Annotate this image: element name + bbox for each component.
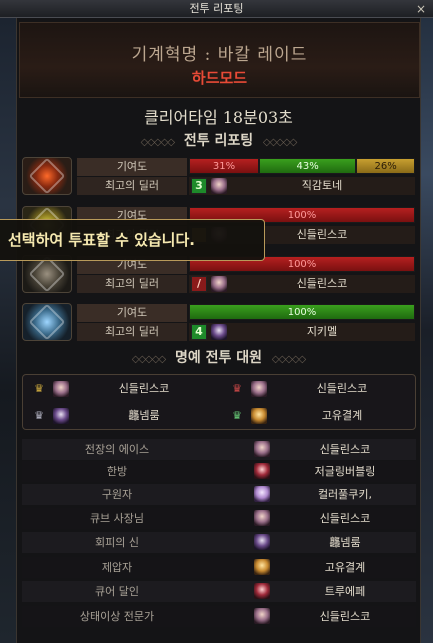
award-row[interactable]: 한방 저글링버블링 [22, 461, 416, 482]
award-title: 제압자 [101, 561, 133, 574]
award-row[interactable]: 큐브 사장님 신들린스코 [22, 508, 416, 529]
avatar [254, 534, 270, 550]
avatar [254, 559, 270, 575]
best-dealer-cell[interactable]: / 신들린스코 [189, 275, 415, 293]
crown-icon: ♛ [34, 382, 44, 395]
avatar [254, 441, 270, 457]
best-dealer-name: 신들린스코 [296, 277, 348, 290]
avatar [251, 381, 267, 397]
award-row[interactable]: 큐어 달인 트루에페 [22, 581, 416, 602]
class-icon: 3 [191, 178, 207, 194]
award-title: 구원자 [101, 488, 133, 501]
honor-member-name: 龘넴룸 [128, 409, 160, 422]
window-title: 전투 리포팅 [189, 2, 244, 15]
award-title: 회피의 신 [95, 536, 139, 549]
best-dealer-label: 최고의 딜러 [77, 275, 187, 293]
contribution-bar-1: 31% [189, 158, 260, 174]
contribution-bar-3: 26% [356, 158, 415, 174]
award-row[interactable]: 제압자 고유결계 [22, 557, 416, 578]
award-winner: 신들린스코 [319, 512, 371, 525]
award-winner: 트루에페 [324, 585, 366, 598]
award-title: 한방 [106, 465, 128, 478]
report-section-title: ◇◇◇◇◇ 전투 리포팅 ◇◇◇◇◇ [140, 133, 298, 149]
contribution-label: 기여도 [77, 158, 187, 176]
contribution-label: 기여도 [77, 304, 187, 322]
best-dealer-label: 최고의 딜러 [77, 177, 187, 195]
battle-report-window: 기계혁명 : 바칼 레이드 하드모드 클리어타임 18분03초 ◇◇◇◇◇ 전투… [16, 18, 421, 643]
award-title: 큐어 달인 [95, 585, 139, 598]
avatar [211, 178, 227, 194]
award-winner: 신들린스코 [319, 610, 371, 623]
avatar [254, 583, 270, 599]
honor-member-4[interactable]: ♛ 고유결계 [223, 405, 413, 427]
avatar [254, 608, 270, 624]
award-winner: 龘넴룸 [329, 536, 361, 549]
best-dealer-cell[interactable]: 4 지키멜 [189, 323, 415, 341]
award-row[interactable]: 구원자 컬러풀쿠키, [22, 484, 416, 505]
award-title: 상태이상 전문가 [79, 610, 155, 623]
game-background-right [421, 18, 433, 643]
party-emblem-icon[interactable] [22, 303, 72, 341]
raid-header: 기계혁명 : 바칼 레이드 하드모드 [19, 22, 420, 98]
report-section-label: 전투 리포팅 [183, 133, 254, 149]
class-icon: / [191, 276, 207, 292]
contribution-bar-1: 100% [189, 304, 415, 320]
vote-tooltip: 선택하여 투표할 수 있습니다. [0, 219, 265, 261]
report-row-1[interactable]: 기여도 최고의 딜러 31% 43% 26% 3 직감토네 [19, 156, 420, 196]
award-row[interactable]: 회피의 신 龘넴룸 [22, 532, 416, 553]
crown-icon: ♛ [34, 409, 44, 422]
award-title: 전장의 에이스 [84, 443, 150, 456]
avatar [254, 486, 270, 502]
close-icon[interactable]: × [414, 0, 428, 18]
award-winner: 신들린스코 [319, 443, 371, 456]
avatar [53, 381, 69, 397]
award-title: 큐브 사장님 [89, 512, 145, 525]
award-winner: 저글링버블링 [314, 465, 376, 478]
award-row[interactable]: 상태이상 전문가 신들린스코 [22, 606, 416, 627]
honor-member-1[interactable]: ♛ 신들린스코 [25, 378, 215, 400]
best-dealer-cell[interactable]: 3 직감토네 [189, 177, 415, 195]
crown-icon: ♛ [232, 382, 242, 395]
game-background-left [0, 18, 16, 643]
avatar [254, 463, 270, 479]
honor-member-3[interactable]: ♛ 龘넴룸 [25, 405, 215, 427]
window-titlebar[interactable]: 전투 리포팅 × [0, 0, 433, 18]
report-row-4[interactable]: 기여도 최고의 딜러 100% 4 지키멜 [19, 302, 420, 342]
avatar [254, 510, 270, 526]
award-winner: 고유결계 [324, 561, 366, 574]
avatar [211, 276, 227, 292]
contribution-bars: 31% 43% 26% [189, 158, 415, 174]
honor-members-box: ♛ 신들린스코 ♛ 신들린스코 ♛ 龘넴룸 ♛ 고유결계 [22, 374, 416, 430]
raid-name: 기계혁명 : 바칼 레이드 [131, 45, 308, 65]
award-winner: 컬러풀쿠키, [317, 488, 373, 501]
honor-member-name: 신들린스코 [118, 382, 170, 395]
raid-difficulty: 하드모드 [191, 69, 248, 87]
contribution-bar-2: 43% [259, 158, 357, 174]
best-dealer-name: 지키멜 [306, 325, 338, 338]
class-icon: 4 [191, 324, 207, 340]
avatar [211, 324, 227, 340]
avatar [251, 408, 267, 424]
award-row[interactable]: 전장의 에이스 신들린스코 [22, 439, 416, 460]
contribution-bars: 100% [189, 304, 415, 320]
best-dealer-name: 직감토네 [301, 179, 343, 192]
honor-member-name: 신들린스코 [316, 382, 368, 395]
honor-section-label: 명예 전투 대원 [174, 350, 263, 366]
best-dealer-label: 최고의 딜러 [77, 323, 187, 341]
party-emblem-icon[interactable] [22, 157, 72, 195]
crown-icon: ♛ [232, 409, 242, 422]
avatar [53, 408, 69, 424]
clear-time: 클리어타임 18분03초 [144, 108, 293, 127]
honor-section-title: ◇◇◇◇◇ 명예 전투 대원 ◇◇◇◇◇ [131, 350, 306, 366]
honor-member-2[interactable]: ♛ 신들린스코 [223, 378, 413, 400]
honor-member-name: 고유결계 [321, 409, 363, 422]
